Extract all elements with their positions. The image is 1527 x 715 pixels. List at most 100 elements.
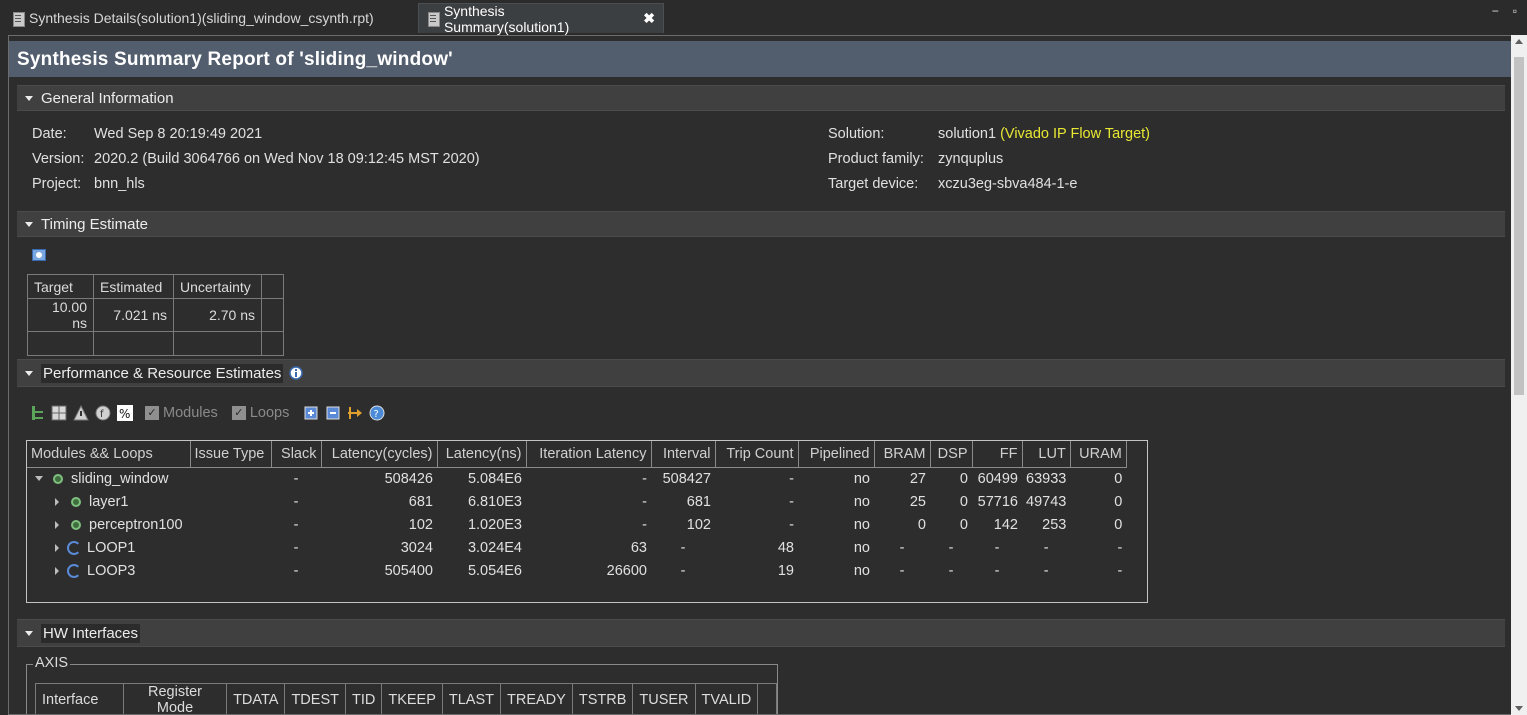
axis-col-tvalid[interactable]: TVALID <box>694 683 759 714</box>
loops-checkbox[interactable]: ✓ Loops <box>231 405 290 421</box>
loops-label: Loops <box>249 405 290 421</box>
axis-col-tlast[interactable]: TLAST <box>441 683 502 714</box>
export-icon[interactable] <box>347 405 363 421</box>
col-latency-ns[interactable]: Latency(ns) <box>437 441 527 468</box>
collapse-all-icon[interactable] <box>325 405 341 421</box>
axis-col-register-mode[interactable]: Register Mode <box>122 683 228 714</box>
col-slack[interactable]: Slack <box>271 441 322 468</box>
row-pipelined: no <box>853 539 870 556</box>
grid-view-icon[interactable] <box>51 405 67 421</box>
expanded-arrow-icon[interactable] <box>35 476 43 482</box>
table-row[interactable]: layer1 - 681 6.810E3 - 681 - no 25 0 577… <box>27 490 1126 513</box>
timing-table: Target Estimated Uncertainty 10.00 ns 7.… <box>27 274 284 356</box>
timing-col-empty <box>261 274 284 299</box>
row-iter-lat: 63 <box>630 539 647 556</box>
axis-col-tuser[interactable]: TUSER <box>632 683 696 714</box>
vertical-scrollbar[interactable] <box>1511 35 1527 715</box>
axis-col-tready[interactable]: TREADY <box>500 683 573 714</box>
row-name: sliding_window <box>71 470 169 487</box>
timing-empty-cell <box>27 331 94 356</box>
timing-col-estimated: Estimated <box>93 274 174 299</box>
clock-settings-icon[interactable] <box>32 249 46 261</box>
info-icon[interactable] <box>289 366 304 380</box>
row-lat-cycles: 505400 <box>384 562 433 579</box>
row-lat-ns: 5.054E6 <box>467 562 522 579</box>
axis-group: AXIS Interface Register Mode TDATA TDEST… <box>26 655 778 714</box>
minimize-icon[interactable]: − <box>1492 4 1499 18</box>
row-ff: 142 <box>993 516 1018 533</box>
row-lat-cycles: 3024 <box>400 539 433 556</box>
axis-table: Interface Register Mode TDATA TDEST TID … <box>35 683 777 714</box>
section-timing-estimate[interactable]: Timing Estimate <box>17 211 1505 237</box>
section-general-information[interactable]: General Information <box>17 85 1505 111</box>
col-latency-cycles[interactable]: Latency(cycles) <box>321 441 438 468</box>
col-modules-loops[interactable]: Modules && Loops <box>27 441 191 468</box>
warning-icon[interactable] <box>73 405 89 421</box>
close-tab-icon[interactable]: ✖ <box>643 10 655 27</box>
col-ff[interactable]: FF <box>972 441 1023 468</box>
row-interval: 508427 <box>662 470 711 487</box>
table-row[interactable]: LOOP1 - 3024 3.024E4 63 - 48 no - - - - … <box>27 536 1126 559</box>
row-issue <box>190 536 271 559</box>
row-bram: 25 <box>909 493 926 510</box>
function-icon[interactable]: f <box>95 405 111 421</box>
axis-col-tdata[interactable]: TDATA <box>226 683 286 714</box>
report-view: Synthesis Summary Report of 'sliding_win… <box>8 35 1511 715</box>
axis-col-tstrb[interactable]: TSTRB <box>571 683 634 714</box>
help-icon[interactable]: ? <box>369 405 385 421</box>
modules-label: Modules <box>163 405 218 421</box>
page-title: Synthesis Summary Report of 'sliding_win… <box>9 41 1511 77</box>
tab-synthesis-summary[interactable]: Synthesis Summary(solution1) ✖ <box>418 3 664 35</box>
col-lut[interactable]: LUT <box>1022 441 1071 468</box>
row-uram: 0 <box>1114 470 1123 487</box>
collapse-icon[interactable] <box>25 221 33 227</box>
col-uram[interactable]: URAM <box>1070 441 1127 468</box>
product-family-label: Product family: <box>828 151 924 167</box>
col-trip-count[interactable]: Trip Count <box>715 441 799 468</box>
row-ff: 60499 <box>977 470 1018 487</box>
scroll-up-icon[interactable] <box>1515 39 1523 44</box>
col-interval[interactable]: Interval <box>651 441 716 468</box>
row-trip: - <box>789 516 794 533</box>
collapsed-arrow-icon[interactable] <box>55 520 59 529</box>
timing-empty-cell <box>261 331 284 356</box>
row-iter-lat: - <box>642 493 647 510</box>
maximize-icon[interactable]: ▫ <box>1513 4 1517 18</box>
date-value: Wed Sep 8 20:19:49 2021 <box>94 126 263 142</box>
col-bram[interactable]: BRAM <box>874 441 931 468</box>
modules-checkbox[interactable]: ✓ Modules <box>145 405 218 421</box>
percent-icon[interactable]: % <box>117 405 133 421</box>
version-label: Version: <box>32 151 85 167</box>
axis-col-tkeep[interactable]: TKEEP <box>381 683 443 714</box>
table-row[interactable]: LOOP3 - 505400 5.054E6 26600 - 19 no - -… <box>27 559 1126 582</box>
product-family-value: zynquplus <box>938 151 1004 167</box>
axis-col-tid[interactable]: TID <box>344 683 383 714</box>
row-pipelined: no <box>853 493 870 510</box>
checkbox-check-icon: ✓ <box>145 406 159 420</box>
section-performance-resource[interactable]: Performance & Resource Estimates <box>17 359 1505 387</box>
section-hw-interfaces[interactable]: HW Interfaces <box>17 619 1505 647</box>
axis-col-interface[interactable]: Interface <box>35 683 124 714</box>
scrollbar-thumb[interactable] <box>1514 57 1524 395</box>
collapse-icon[interactable] <box>25 370 33 376</box>
collapse-icon[interactable] <box>25 630 33 636</box>
collapsed-arrow-icon[interactable] <box>55 566 59 575</box>
collapsed-arrow-icon[interactable] <box>55 497 59 506</box>
expand-all-icon[interactable] <box>303 405 319 421</box>
target-device-label: Target device: <box>828 176 919 192</box>
scroll-down-icon[interactable] <box>1515 706 1523 711</box>
col-iteration-latency[interactable]: Iteration Latency <box>526 441 652 468</box>
axis-col-tdest[interactable]: TDEST <box>284 683 346 714</box>
col-issue-type[interactable]: Issue Type <box>190 441 272 468</box>
table-row[interactable]: perceptron100 - 102 1.020E3 - 102 - no 0… <box>27 513 1126 536</box>
table-row[interactable]: sliding_window - 508426 5.084E6 - 508427… <box>27 467 1126 490</box>
hierarchy-icon[interactable] <box>31 405 45 421</box>
row-dsp: 0 <box>959 470 968 487</box>
collapse-icon[interactable] <box>25 95 33 101</box>
row-lat-cycles: 102 <box>408 516 433 533</box>
tab-synthesis-details[interactable]: Synthesis Details(solution1)(sliding_win… <box>4 3 414 33</box>
col-dsp[interactable]: DSP <box>930 441 973 468</box>
col-pipelined[interactable]: Pipelined <box>798 441 875 468</box>
collapsed-arrow-icon[interactable] <box>55 543 59 552</box>
window-controls: − ▫ <box>1492 4 1517 18</box>
